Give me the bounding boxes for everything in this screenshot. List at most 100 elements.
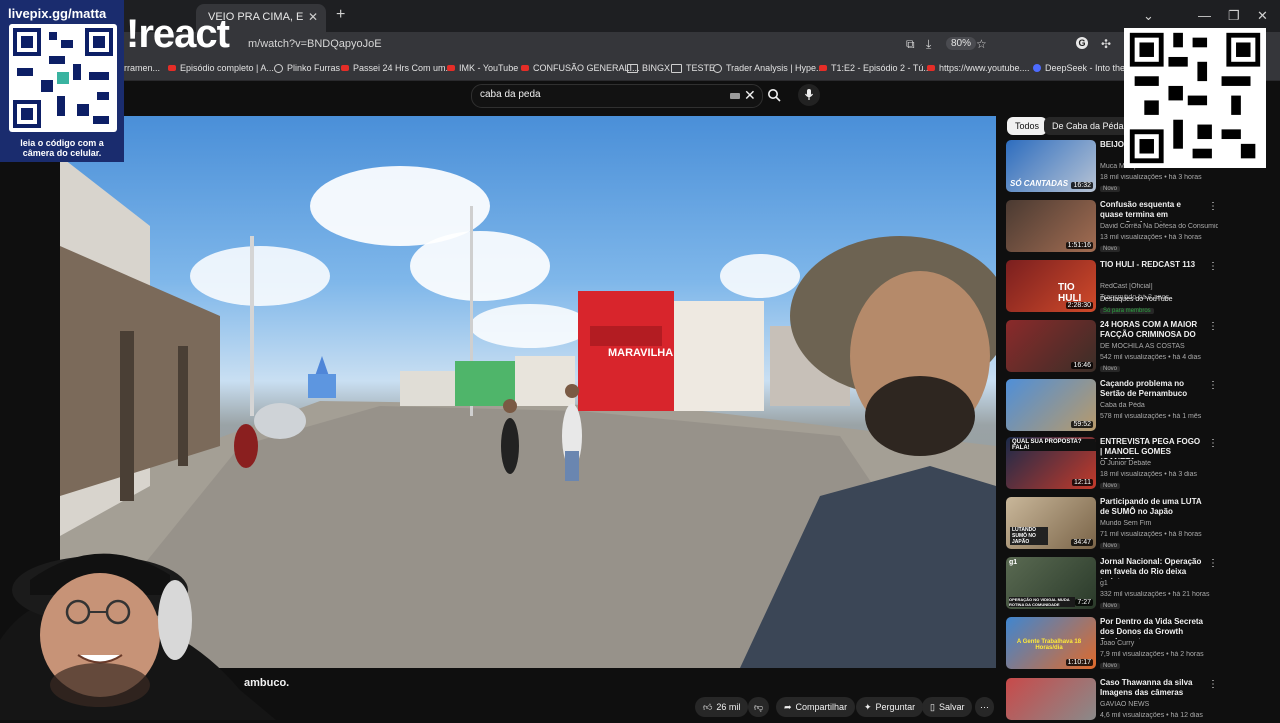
duration-badge: 7:27 [1075, 599, 1093, 606]
related-video[interactable]: 1:51:16 Confusão esquenta e quase termin… [1006, 200, 1218, 258]
share-button[interactable]: ➦ Compartilhar [776, 697, 856, 717]
video-title: TIO HULI - REDCAST 113 [1100, 260, 1196, 269]
close-tab-icon[interactable]: ✕ [308, 10, 318, 24]
related-video[interactable]: g1 OPERAÇÃO NO VIDIGAL MUDA ROTINA DA CO… [1006, 557, 1218, 615]
close-window-icon[interactable]: ✕ [1257, 8, 1268, 24]
video-meta: 578 mil visualizações • há 1 mês [1100, 413, 1202, 420]
more-actions-button[interactable]: ⋯ [975, 697, 994, 717]
tab-search-icon[interactable]: ⌄ [1143, 8, 1154, 24]
video-thumbnail: 59:52 [1006, 379, 1096, 431]
thumbnail-text: TIO HULI [1058, 282, 1082, 304]
bookmark-star-icon[interactable]: ☆ [976, 37, 987, 51]
bookmark-item[interactable]: rramen... [124, 63, 160, 73]
duration-badge: 59:52 [1071, 421, 1093, 428]
save-label: Salvar [938, 702, 965, 712]
voice-search-button[interactable] [798, 84, 820, 106]
youtube-icon [927, 65, 935, 71]
duration-badge: 1:51:16 [1065, 242, 1093, 249]
bookmark-item[interactable]: T1:E2 - Episódio 2 - Tú... [819, 63, 931, 73]
kebab-menu-icon[interactable]: ⋮ [1208, 679, 1218, 690]
youtube-icon [447, 65, 455, 71]
bookmark-item[interactable]: Plinko Furras [274, 63, 340, 73]
extension-icon[interactable]: ✣ [1101, 37, 1111, 51]
new-badge: Novo [1100, 543, 1121, 549]
new-tab-icon[interactable]: + [336, 6, 345, 24]
zoom-badge[interactable]: 80% [946, 37, 977, 50]
like-button[interactable]: 👍︎ 26 mil [695, 697, 749, 717]
keyboard-icon[interactable] [730, 93, 740, 99]
youtube-icon [168, 65, 176, 71]
video-meta: 332 mil visualizações • há 21 horas [1100, 591, 1210, 598]
thumbnail-text: OPERAÇÃO NO VIDIGAL MUDA ROTINA DA COMUN… [1009, 597, 1075, 607]
bookmark-item[interactable]: TESTE [671, 63, 715, 73]
qr-code-icon [9, 24, 117, 132]
thumbnail-text: LUTANDO SUMÔ NO JAPÃO [1010, 527, 1048, 545]
channel-name: RedCast [Oficial] [1100, 283, 1153, 290]
duration-badge: 2:28:30 [1065, 302, 1093, 309]
video-meta: 13 mil visualizações • há 3 horas [1100, 234, 1202, 241]
related-video[interactable]: 16:46 24 HORAS COM A MAIOR FACÇÃO CRIMIN… [1006, 320, 1218, 378]
install-icon[interactable]: ⧉ [906, 37, 915, 52]
new-badge: Novo [1100, 246, 1121, 252]
video-title: Participando de uma LUTA de SUMÔ no Japã… [1100, 497, 1202, 516]
kebab-menu-icon[interactable]: ⋮ [1208, 438, 1218, 449]
kebab-menu-icon[interactable]: ⋮ [1208, 261, 1218, 272]
dislike-button[interactable]: 👎︎ [748, 697, 770, 717]
bookmark-item[interactable]: Passei 24 Hrs Com um... [341, 63, 453, 73]
related-video[interactable]: A Gente Trabalhava 18 Horas/dia 1:10:17 … [1006, 617, 1218, 675]
qr-code [1129, 32, 1261, 164]
kebab-menu-icon[interactable]: ⋮ [1208, 380, 1218, 391]
bookmark-item[interactable]: https://www.youtube.... [927, 63, 1030, 73]
video-meta: 4,6 mil visualizações • há 12 dias [1100, 712, 1203, 719]
bookmark-item[interactable]: BINGX [627, 63, 670, 73]
thumbs-down-icon: 👎︎ [754, 701, 764, 712]
related-video[interactable]: TIO HULI 2:28:30 TIO HULI - REDCAST 113 … [1006, 260, 1218, 318]
related-video[interactable]: QUAL SUA PROPOSTA? FALA! 12:11 ENTREVIST… [1006, 437, 1218, 495]
duration-badge: 16:46 [1071, 362, 1093, 369]
duration-badge: 34:47 [1071, 539, 1093, 546]
url-field[interactable]: m/watch?v=BNDQapyoJoE [248, 38, 382, 50]
video-thumbnail: g1 OPERAÇÃO NO VIDIGAL MUDA ROTINA DA CO… [1006, 557, 1096, 609]
minimize-icon[interactable]: — [1198, 8, 1211, 23]
video-meta: 18 mil visualizações • há 3 horas [1100, 174, 1202, 181]
thumbnail-text: A Gente Trabalhava 18 Horas/dia [1016, 639, 1082, 651]
video-title: Confusão esquenta e quase termina em agr… [1100, 200, 1181, 222]
globe-icon [713, 63, 722, 73]
chip-all[interactable]: Todos [1007, 117, 1048, 135]
chip-channel[interactable]: De Caba da Péda [1044, 117, 1132, 135]
thumbnail-text: QUAL SUA PROPOSTA? FALA! [1010, 439, 1096, 451]
video-title: Caso Thawanna da silva Imagens das câmer… [1100, 678, 1193, 700]
globe-icon [274, 63, 283, 73]
bookmark-item[interactable]: CONFUSÃO GENERALI... [521, 63, 640, 73]
bookmark-item[interactable]: Episódio completo | A... [168, 63, 274, 73]
maximize-icon[interactable]: ❐ [1228, 8, 1240, 24]
search-button[interactable] [763, 84, 785, 106]
save-button[interactable]: ▯ Salvar [922, 697, 973, 717]
profile-avatar[interactable]: G [1076, 37, 1088, 49]
kebab-menu-icon[interactable]: ⋮ [1208, 558, 1218, 569]
related-video[interactable]: LUTANDO SUMÔ NO JAPÃO 34:47 Participando… [1006, 497, 1218, 555]
kebab-menu-icon[interactable]: ⋮ [1208, 201, 1218, 212]
video-thumbnail: LUTANDO SUMÔ NO JAPÃO 34:47 [1006, 497, 1096, 549]
bookmark-item[interactable]: DeepSeek - Into the U [1033, 63, 1134, 73]
youtube-icon [819, 65, 827, 71]
video-meta-highlight: Destaques do YouTube [1100, 296, 1173, 303]
clear-search-icon[interactable]: ✕ [744, 87, 756, 104]
bookmark-item[interactable]: Trader Analysis | Hype... [713, 63, 824, 73]
download-icon[interactable]: ⤓ [926, 37, 931, 52]
related-video[interactable]: 59:52 Caçando problema no Sertão de Pern… [1006, 379, 1218, 437]
related-video[interactable]: Caso Thawanna da silva Imagens das câmer… [1006, 678, 1218, 720]
deepseek-icon [1033, 64, 1041, 72]
video-thumbnail: SÓ CANTADAS 16:32 [1006, 140, 1096, 192]
video-title: Jornal Nacional: Operação em favela do R… [1100, 557, 1202, 579]
streamer-webcam [0, 553, 276, 720]
livepix-overlay: livepix.gg/matta leia o código com a câm… [0, 0, 124, 162]
kebab-menu-icon[interactable]: ⋮ [1208, 321, 1218, 332]
video-thumbnail: A Gente Trabalhava 18 Horas/dia 1:10:17 [1006, 617, 1096, 669]
bookmark-item[interactable]: IMK - YouTube [447, 63, 518, 73]
ask-button[interactable]: ✦ Perguntar [856, 697, 924, 717]
folder-icon [671, 63, 682, 73]
search-input[interactable]: caba da peda ✕ [471, 84, 763, 108]
livepix-title: livepix.gg/matta [8, 6, 107, 21]
channel-name: O Junior Debate [1100, 460, 1151, 467]
